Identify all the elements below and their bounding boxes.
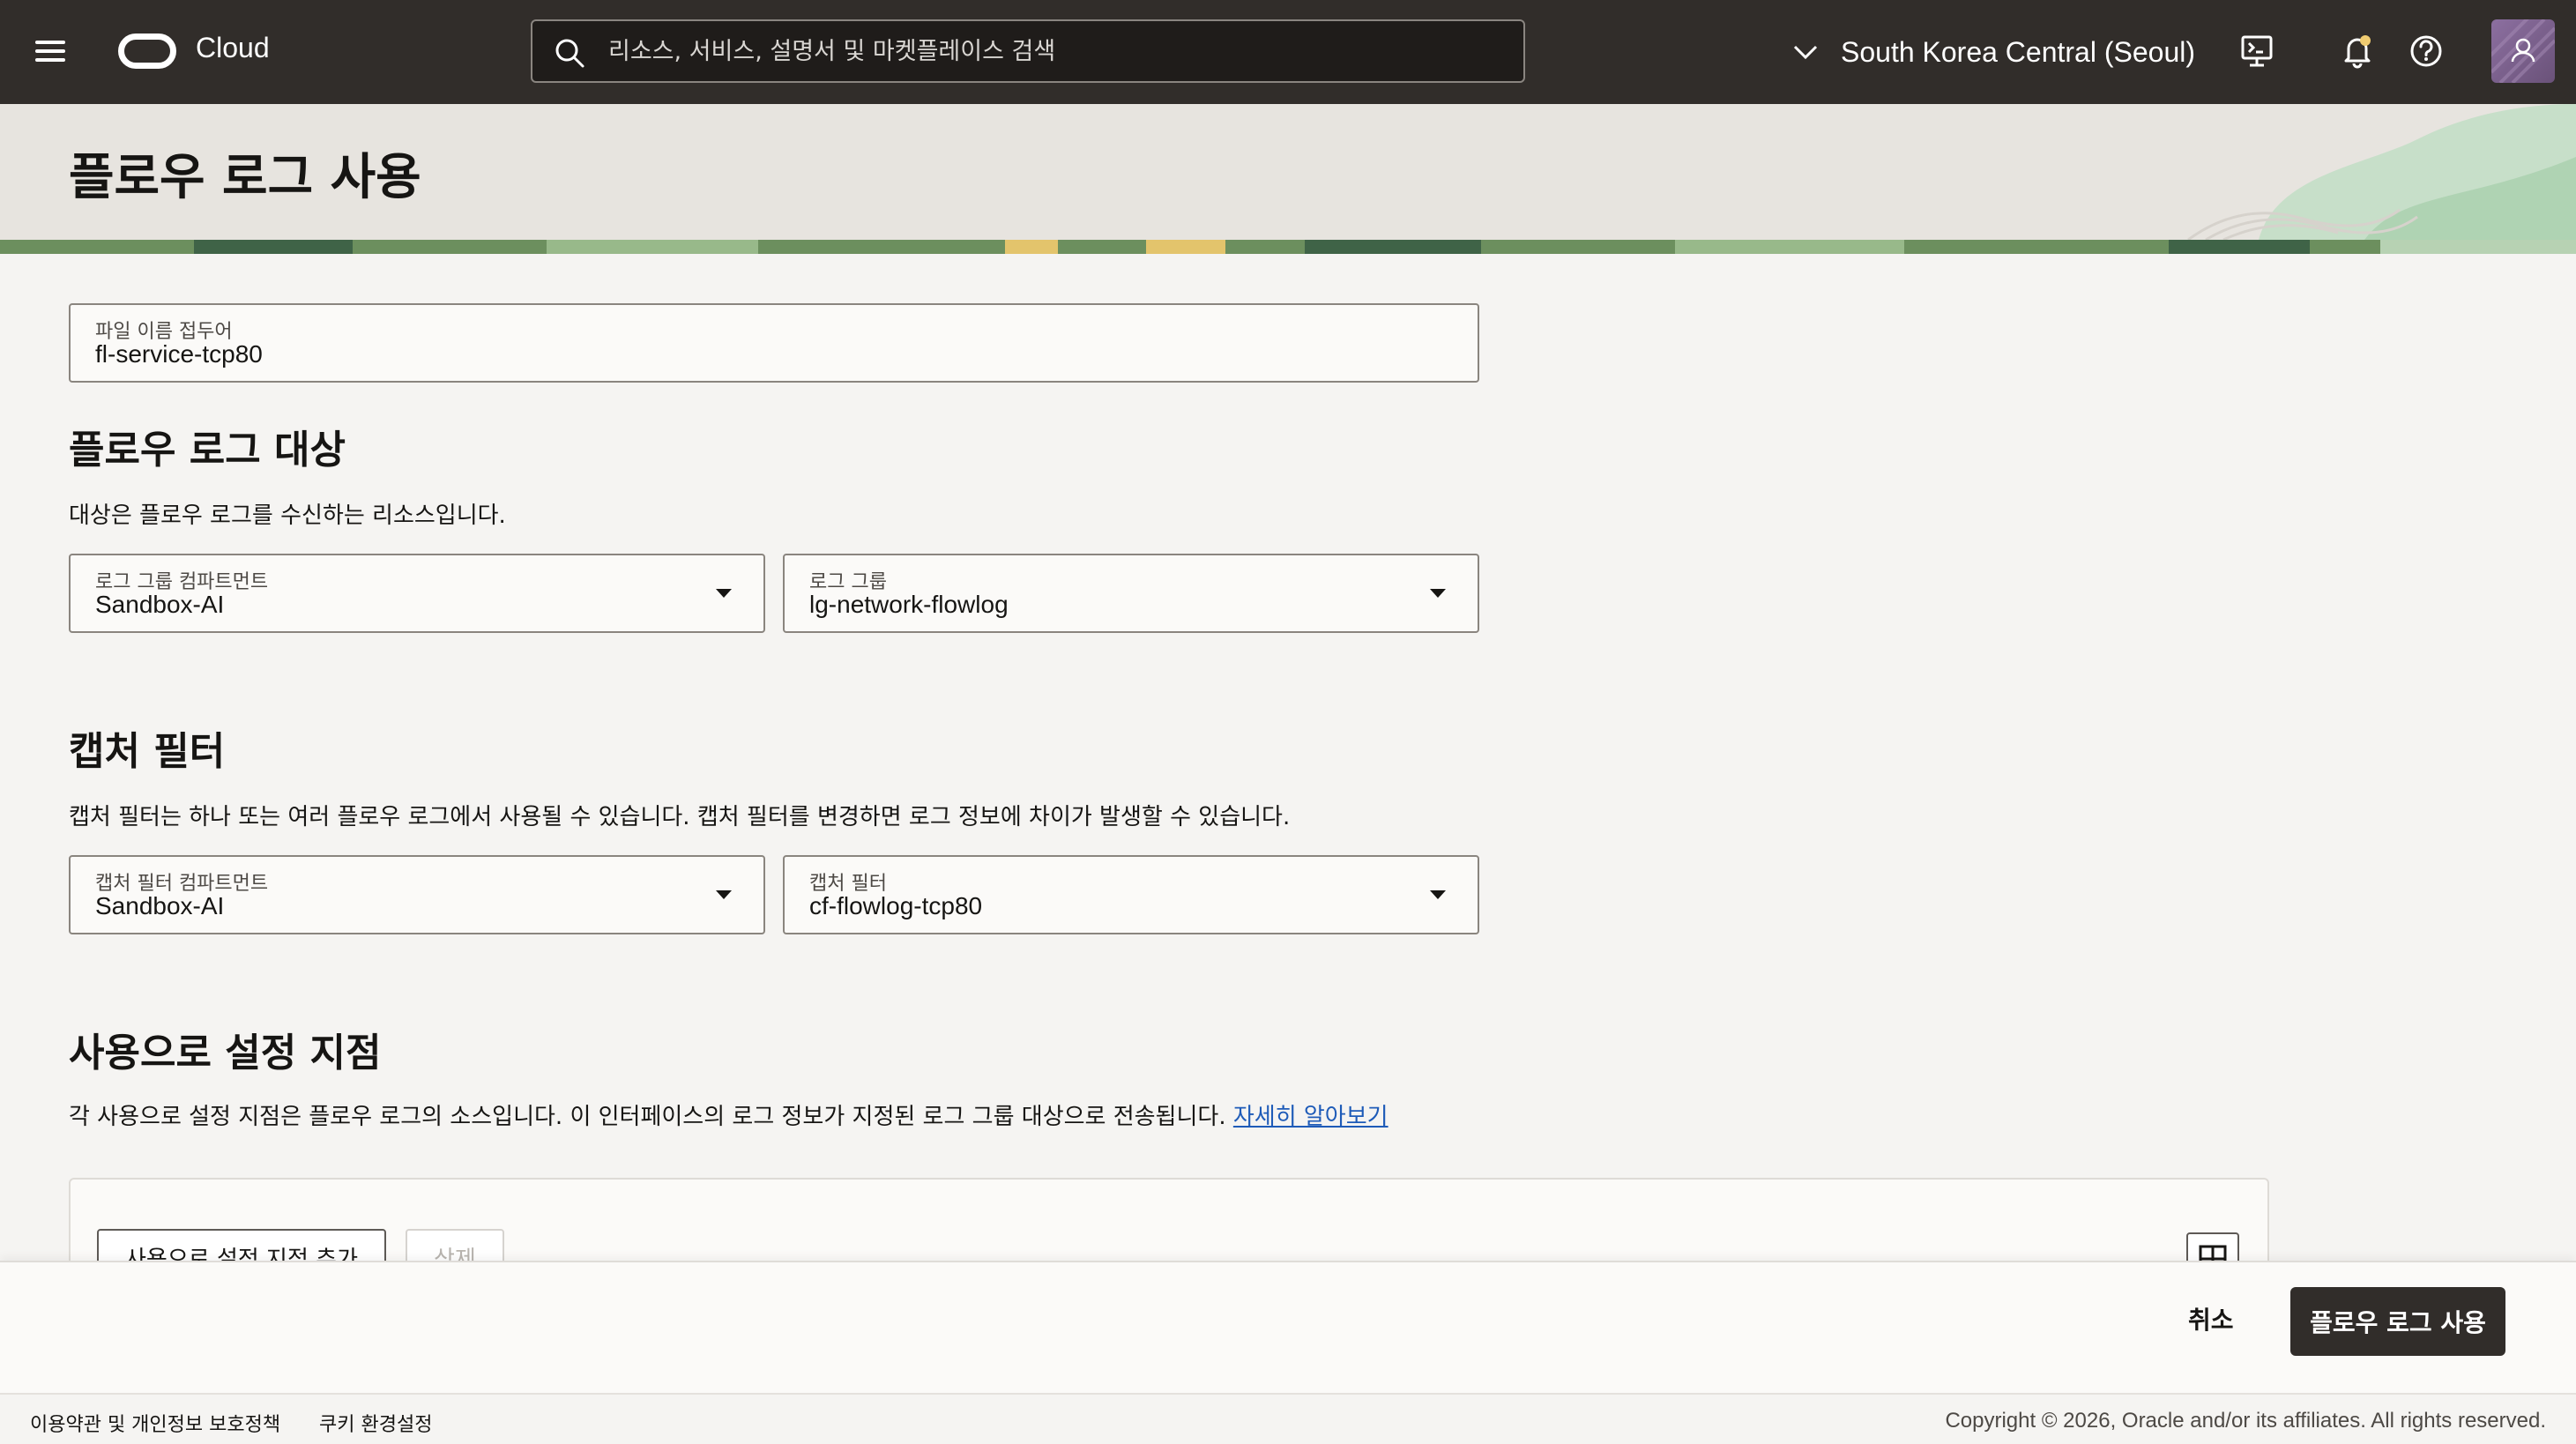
capture-filter-description: 캡처 필터는 하나 또는 여러 플로우 로그에서 사용될 수 있습니다. 캡처 … <box>69 804 1291 830</box>
oracle-logo-icon[interactable] <box>118 33 176 69</box>
decorative-header-art <box>2187 104 2576 240</box>
user-icon <box>2491 19 2555 83</box>
enablement-points-section-title: 사용으로 설정 지점 <box>69 1031 382 1076</box>
dropdown-caret-icon <box>1430 589 1446 598</box>
file-prefix-field[interactable]: 파일 이름 접두어 fl-service-tcp80 <box>69 303 1479 383</box>
page-header: 플로우 로그 사용 <box>0 104 2576 254</box>
page-title: 플로우 로그 사용 <box>69 149 421 206</box>
dropdown-caret-icon <box>716 589 732 598</box>
hamburger-menu-icon[interactable] <box>30 33 72 69</box>
enablement-points-description-text: 각 사용으로 설정 지점은 플로우 로그의 소스입니다. 이 인터페이스의 로그… <box>69 1104 1226 1130</box>
help-icon[interactable] <box>2407 32 2446 71</box>
capture-filter-value: cf-flowlog-tcp80 <box>809 892 983 919</box>
legal-footer: 이용약관 및 개인정보 보호정책 쿠키 환경설정 Copyright © 202… <box>0 1393 2576 1444</box>
search-input[interactable] <box>608 21 1508 81</box>
brand-name: Cloud <box>196 32 270 63</box>
destination-description: 대상은 플로우 로그를 수신하는 리소스입니다. <box>69 502 506 529</box>
top-navigation-bar: Cloud South Korea Central (Seoul) <box>0 0 2576 104</box>
capture-filter-select[interactable]: 캡처 필터 cf-flowlog-tcp80 <box>783 855 1479 934</box>
terms-privacy-link[interactable]: 이용약관 및 개인정보 보호정책 <box>30 1409 280 1437</box>
copyright-text: Copyright © 2026, Oracle and/or its affi… <box>1945 1409 2546 1433</box>
dropdown-caret-icon <box>1430 890 1446 899</box>
destination-section-title: 플로우 로그 대상 <box>69 428 346 473</box>
log-group-compartment-value: Sandbox-AI <box>95 591 225 618</box>
dropdown-caret-icon <box>716 890 732 899</box>
learn-more-link[interactable]: 자세히 알아보기 <box>1233 1104 1389 1130</box>
cookie-preferences-link[interactable]: 쿠키 환경설정 <box>319 1409 432 1437</box>
region-selector[interactable]: South Korea Central (Seoul) <box>1790 26 2195 78</box>
log-group-select[interactable]: 로그 그룹 lg-network-flowlog <box>783 554 1479 633</box>
enable-flow-log-button[interactable]: 플로우 로그 사용 <box>2290 1287 2505 1356</box>
enablement-points-description: 각 사용으로 설정 지점은 플로우 로그의 소스입니다. 이 인터페이스의 로그… <box>69 1098 1389 1131</box>
form-content: 파일 이름 접두어 fl-service-tcp80 플로우 로그 대상 대상은… <box>0 254 2576 1261</box>
user-avatar[interactable] <box>2491 19 2555 83</box>
capture-filter-section-title: 캡처 필터 <box>69 729 226 774</box>
log-group-compartment-select[interactable]: 로그 그룹 컴파트먼트 Sandbox-AI <box>69 554 765 633</box>
region-label: South Korea Central (Seoul) <box>1841 35 2195 68</box>
global-search[interactable] <box>531 19 1525 83</box>
decorative-stripe <box>0 240 2576 254</box>
cancel-button[interactable]: 취소 <box>2170 1287 2252 1351</box>
form-action-bar: 취소 플로우 로그 사용 <box>0 1261 2576 1393</box>
chevron-down-icon <box>1793 45 1818 60</box>
log-group-value: lg-network-flowlog <box>809 591 1009 618</box>
capture-filter-compartment-value: Sandbox-AI <box>95 892 225 919</box>
notifications-bell-icon[interactable] <box>2338 32 2377 71</box>
capture-filter-compartment-select[interactable]: 캡처 필터 컴파트먼트 Sandbox-AI <box>69 855 765 934</box>
cloud-shell-icon[interactable] <box>2237 32 2276 71</box>
file-prefix-input[interactable]: fl-service-tcp80 <box>95 340 263 368</box>
search-icon <box>555 39 584 68</box>
